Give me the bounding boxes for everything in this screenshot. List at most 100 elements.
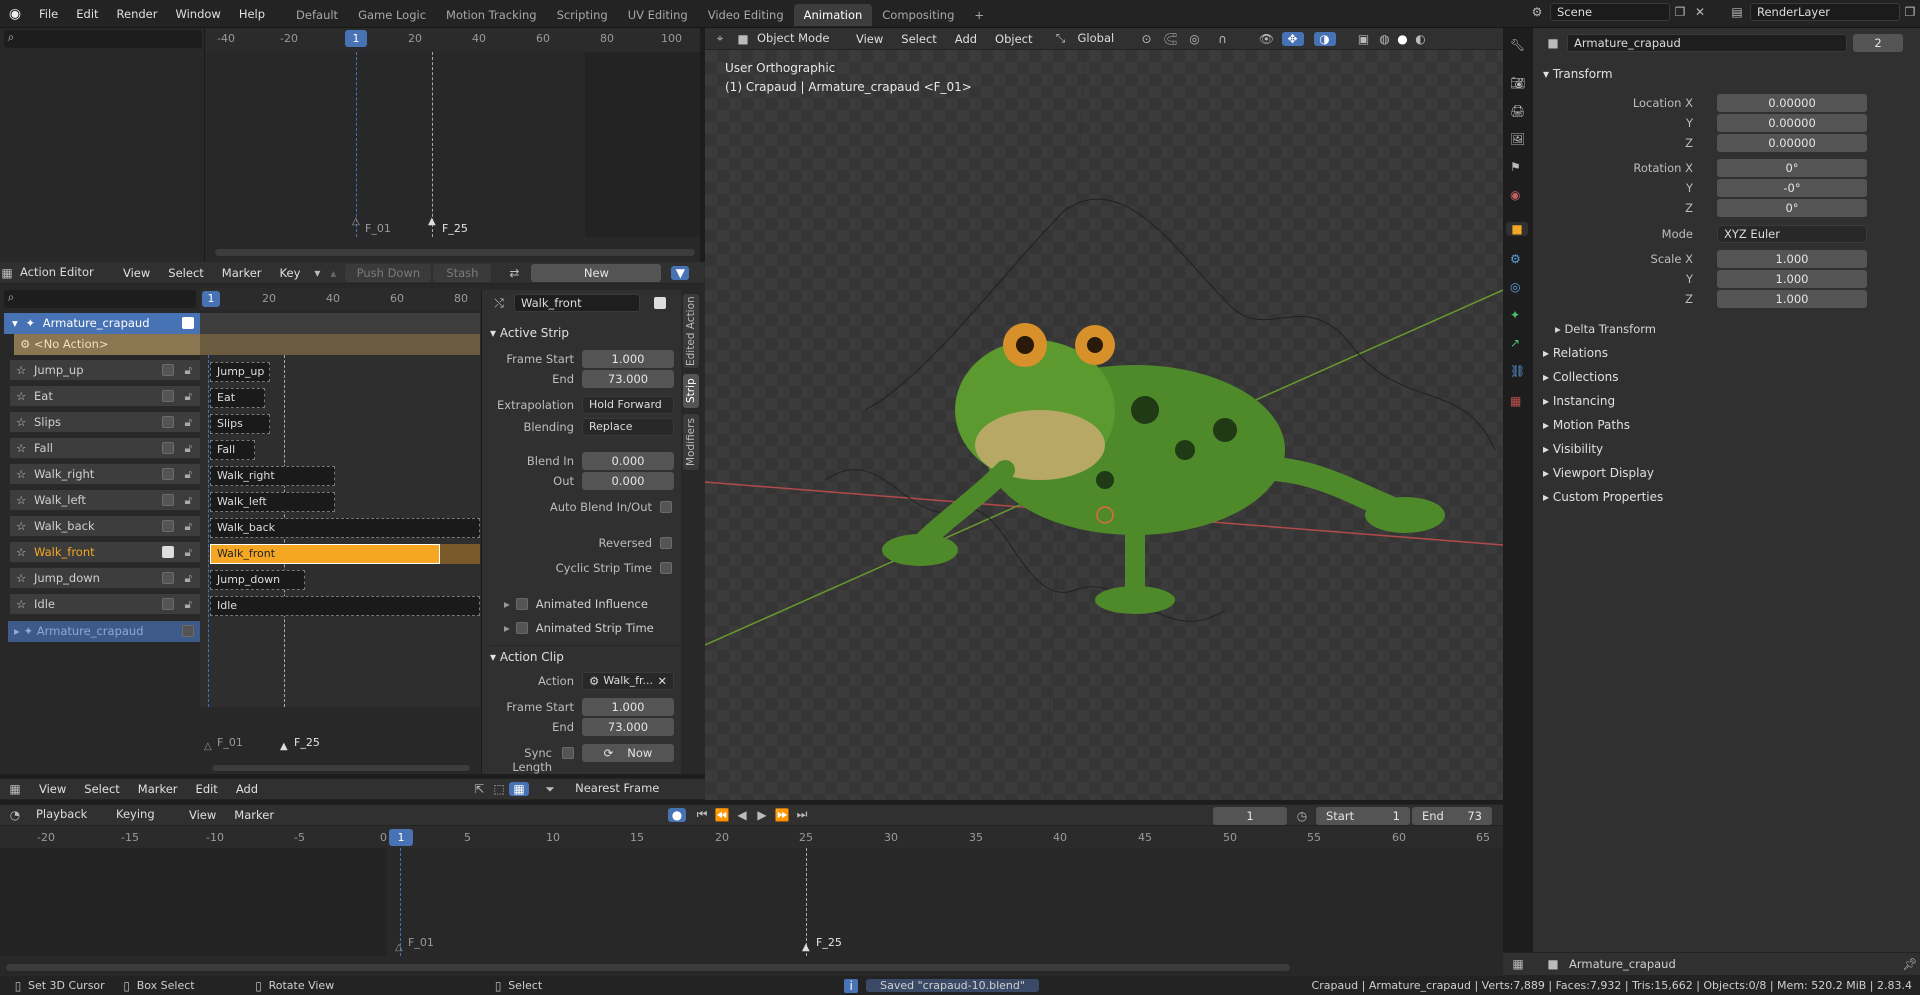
animated-influence-row[interactable]: ▸ Animated Influence — [504, 597, 648, 611]
prev-keyframe-icon[interactable]: ⏪ — [712, 808, 732, 822]
channel-checkbox[interactable] — [162, 598, 174, 610]
star-icon[interactable]: ☆ — [16, 516, 26, 537]
render-layer-name[interactable]: RenderLayer — [1750, 3, 1900, 21]
star-icon[interactable]: ☆ — [16, 412, 26, 433]
sync-length-checkbox[interactable] — [562, 747, 574, 759]
new-action-button[interactable]: New — [531, 263, 662, 282]
channel-checkbox[interactable] — [162, 494, 174, 506]
rotation-z-field[interactable]: 0° — [1717, 199, 1867, 217]
menu-select[interactable]: Select — [159, 262, 212, 284]
lock-icon[interactable]: 🔓︎ — [185, 594, 192, 615]
second-object-row[interactable]: ▸ ✦ Armature_crapaud — [8, 621, 200, 642]
menu-window[interactable]: Window — [166, 0, 229, 28]
marker-label[interactable]: F_01 — [365, 222, 391, 235]
strip-mute-checkbox[interactable] — [654, 297, 666, 309]
channel-search-input[interactable]: ⌕ — [4, 290, 196, 308]
tab-animation[interactable]: Animation — [793, 4, 873, 26]
lock-icon[interactable]: 🔓︎ — [185, 360, 192, 381]
rotation-x-field[interactable]: 0° — [1717, 159, 1867, 177]
nla-strip[interactable]: Walk_right — [210, 466, 335, 486]
section-viewport-display[interactable]: ▸ Viewport Display — [1543, 466, 1654, 480]
tab-scripting[interactable]: Scripting — [547, 4, 618, 26]
material-shading-icon[interactable]: ◐ — [1412, 32, 1430, 46]
object-channel-checkbox[interactable] — [182, 317, 194, 329]
pivot-icon[interactable]: ⊙ — [1134, 32, 1160, 46]
scale-z-field[interactable]: 1.000 — [1717, 290, 1867, 308]
mode-dropdown[interactable]: Action Editor — [14, 264, 114, 282]
tab-strip[interactable]: Strip — [683, 374, 699, 408]
solid-shading-icon[interactable]: ● — [1394, 32, 1412, 46]
star-icon[interactable]: ☆ — [16, 360, 26, 381]
lock-icon[interactable]: 🔓︎ — [185, 542, 192, 563]
channel-checkbox[interactable] — [162, 468, 174, 480]
scale-y-field[interactable]: 1.000 — [1717, 270, 1867, 288]
extrapolation-dropdown[interactable]: Hold Forward — [582, 396, 674, 414]
channel-row-jump-up[interactable]: ☆ Jump_up 🔓︎ — [10, 360, 200, 381]
lock-icon[interactable]: 🔓︎ — [185, 490, 192, 511]
section-relations[interactable]: ▸ Relations — [1543, 346, 1608, 360]
channel-checkbox[interactable] — [162, 546, 174, 558]
menu-edit[interactable]: Edit — [67, 0, 107, 28]
pin-icon[interactable]: 📌︎ — [1900, 957, 1920, 971]
object-channel-row[interactable]: ▾ ✦ Armature_crapaud — [4, 313, 200, 334]
nla-strip[interactable]: Idle — [210, 596, 480, 616]
play-reverse-icon[interactable]: ◀ — [732, 808, 752, 822]
filter-icon[interactable]: ▾ — [309, 266, 325, 280]
editor-type-icon[interactable]: ⌖ — [705, 31, 735, 46]
editor-type-icon[interactable]: ▦ — [0, 266, 14, 280]
lock-icon[interactable]: 🔓︎ — [185, 568, 192, 589]
menu-marker[interactable]: Marker — [129, 778, 187, 800]
physics-icon[interactable]: ◎ — [1510, 280, 1520, 294]
marker-label[interactable]: F_01 — [408, 936, 434, 949]
tab-compositing[interactable]: Compositing — [872, 4, 964, 26]
proportional-edit-icon[interactable]: ◎ — [1182, 32, 1208, 46]
marker-label[interactable]: F_01 — [217, 736, 243, 749]
tab-modifiers[interactable]: Modifiers — [683, 414, 699, 470]
location-z-field[interactable]: 0.00000 — [1717, 134, 1867, 152]
lock-icon[interactable]: 🔓︎ — [185, 516, 192, 537]
star-icon[interactable]: ☆ — [16, 568, 26, 589]
current-frame-field[interactable]: 1 — [1213, 807, 1287, 825]
lock-icon[interactable]: 🔓︎ — [185, 438, 192, 459]
tab-default[interactable]: Default — [286, 4, 348, 26]
menu-view[interactable]: View — [30, 778, 75, 800]
cyclic-checkbox[interactable] — [660, 562, 672, 574]
menu-edit[interactable]: Edit — [187, 778, 227, 800]
user-count[interactable]: 2 — [1853, 34, 1903, 52]
cursor-tool-icon[interactable]: ⇱ — [469, 782, 489, 796]
nla-strip[interactable]: Eat — [210, 388, 265, 408]
scene-icon[interactable]: ⚑ — [1510, 160, 1521, 174]
push-down-button[interactable]: Push Down — [345, 263, 432, 282]
section-custom-properties[interactable]: ▸ Custom Properties — [1543, 490, 1663, 504]
properties-object-name[interactable]: Armature_crapaud — [1567, 34, 1847, 52]
constraint-icon[interactable]: ⛓︎ — [1510, 364, 1525, 378]
action-clip-header[interactable]: ▾ Action Clip — [490, 645, 680, 664]
timeline-scrollbar[interactable] — [6, 964, 1290, 971]
animated-influence-checkbox[interactable] — [515, 598, 528, 610]
tab-game-logic[interactable]: Game Logic — [348, 4, 436, 26]
xray-icon[interactable]: ▣ — [1352, 32, 1376, 46]
current-frame-badge[interactable]: 1 — [202, 291, 220, 307]
star-icon[interactable]: ☆ — [16, 542, 26, 563]
section-instancing[interactable]: ▸ Instancing — [1543, 394, 1615, 408]
nla-strip[interactable]: Jump_down — [210, 570, 305, 590]
channel-row-walk-front[interactable]: ☆ Walk_front 🔓︎ — [10, 542, 200, 563]
snap-icon[interactable]: 🧲︎ — [1160, 32, 1182, 46]
section-motion-paths[interactable]: ▸ Motion Paths — [1543, 418, 1630, 432]
channel-checkbox[interactable] — [162, 416, 174, 428]
expand-arrow-icon[interactable]: ▾ — [12, 316, 18, 330]
marker-label[interactable]: F_25 — [816, 936, 842, 949]
output-icon[interactable]: 🖨︎ — [1510, 104, 1525, 118]
tool-icon[interactable]: 🔧︎ — [1510, 38, 1525, 52]
menu-select[interactable]: Select — [892, 28, 945, 50]
frame-start-field[interactable]: 1.000 — [582, 350, 674, 368]
world-icon[interactable]: ◉ — [1510, 188, 1520, 202]
gizmo-icon[interactable]: ✥ — [1281, 31, 1304, 46]
arrow-up-icon[interactable]: ▴ — [325, 266, 341, 280]
box-select-icon[interactable]: ⬚ — [489, 782, 509, 796]
animated-strip-time-checkbox[interactable] — [515, 622, 528, 634]
preview-range-icon[interactable]: ◷ — [1294, 809, 1310, 823]
channel-row-idle[interactable]: ☆ Idle 🔓︎ — [10, 594, 200, 615]
strip-action-name[interactable]: Walk_front — [514, 294, 640, 312]
active-strip-header[interactable]: ▾ Active Strip — [490, 326, 569, 340]
